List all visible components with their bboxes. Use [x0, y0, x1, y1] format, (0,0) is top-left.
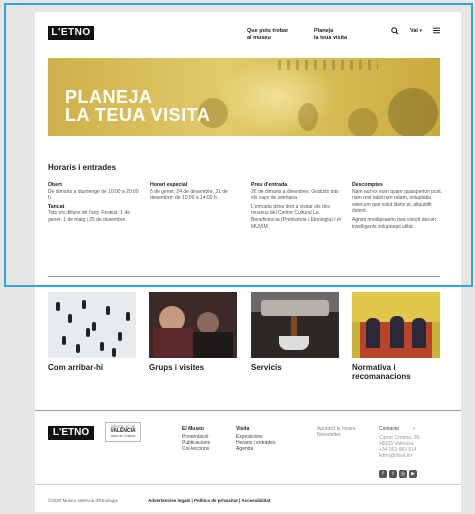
language-label: Val: [410, 28, 418, 34]
contact-toggle[interactable]: Contacte ›: [379, 426, 439, 432]
hours-column-preu: Preu d'entrada 2€ de dimarts a divendres…: [251, 182, 343, 232]
nav-item-que-pots-trobar[interactable]: Que pots trobar al museu: [247, 28, 307, 41]
column-text: De dimarts a diumenge de 10:00 a 20:00 h…: [48, 188, 139, 202]
nav-item-planeja[interactable]: Planeja la teua visita: [314, 28, 374, 41]
card-image-coffee: [251, 292, 339, 358]
footer-col-visita: Visita Exposicions Horaris i entrades Ag…: [236, 426, 275, 452]
column-heading: Obert: [48, 182, 62, 188]
nav-label-line2: la teua visita: [314, 34, 348, 41]
hamburger-menu-icon[interactable]: [433, 27, 440, 36]
hours-column-horari-especial: Horari especial 5 de gener, 24 de desemb…: [150, 182, 242, 204]
legal-links[interactable]: Advertencies legals | Política de privac…: [148, 498, 270, 503]
card-label: Grups i visites: [149, 363, 205, 372]
hero-figure: [298, 103, 318, 131]
column-text: L'entrada dóna dret a visitar els dos mu…: [251, 203, 341, 230]
language-selector[interactable]: Val ▾: [410, 28, 422, 34]
hero-ceiling-pattern: [278, 60, 378, 70]
column-text: Nam aut ex eum quam quiasperion post, na…: [352, 188, 443, 215]
column-text: Agnim imodipsaerio bea volorit derum inv…: [352, 216, 436, 230]
search-icon[interactable]: [391, 27, 399, 37]
card-grups-i-visites[interactable]: Grups i visites: [149, 292, 237, 372]
instagram-icon[interactable]: ◎: [399, 470, 407, 478]
diputacio-sub: Àrea de Cultura: [110, 434, 136, 438]
card-com-arribar-hi[interactable]: Com arribar-hi: [48, 292, 136, 372]
social-links: f t ◎ ▶: [379, 462, 419, 480]
twitter-icon[interactable]: t: [389, 470, 397, 478]
footer-col-title: Visita: [236, 426, 250, 432]
chevron-down-icon: ▾: [419, 28, 422, 34]
copyright: ©2020 Museu Valencià d'Etnologia: [48, 498, 118, 503]
hero-figure: [348, 108, 378, 136]
bottom-divider: [35, 484, 461, 485]
column-text: 5 de gener, 24 de desembre, 31 de desemb…: [150, 188, 228, 202]
card-label: Normativa i recomanacions: [352, 363, 411, 381]
site-logo[interactable]: L'ETNO: [48, 26, 94, 40]
chevron-right-icon: ›: [413, 426, 415, 432]
contact-line: letno@dival.es: [379, 453, 412, 459]
hours-column-obert: Obert De dimarts a diumenge de 10:00 a 2…: [48, 182, 140, 226]
facebook-icon[interactable]: f: [379, 470, 387, 478]
hours-section-title: Horaris i entrades: [48, 163, 117, 172]
column-heading: Horari especial: [150, 182, 188, 188]
column-text: 2€ de dimarts a divendres. Gratuïts tots…: [251, 188, 339, 202]
card-servicis[interactable]: Servicis: [251, 292, 339, 372]
footer-link[interactable]: Col·leccions: [182, 446, 210, 452]
section-divider: [48, 276, 440, 277]
contact-block: Contacte › Carrer Corona, 36. 46003 Valèn…: [379, 426, 439, 459]
contact-label: Contacte: [379, 426, 400, 432]
footer-col-museu: El Museu Presentació Publicacions Col·le…: [182, 426, 210, 452]
diputacio-logo[interactable]: DIPUTACIÓ DE VALÈNCIA Àrea de Cultura: [105, 422, 141, 442]
nav-label-line2: al museu: [247, 34, 271, 41]
card-image-gallery: [352, 292, 440, 358]
hero-figure: [388, 88, 438, 136]
card-label: Servicis: [251, 363, 282, 372]
card-normativa[interactable]: Normativa i recomanacions: [352, 292, 440, 381]
hero-banner: PLANEJA LA TEUA VISITA: [48, 58, 440, 136]
card-image-visitors: [149, 292, 237, 358]
column-heading: Tancat: [48, 203, 65, 210]
footer-col-title: El Museu: [182, 426, 204, 432]
card-image-crowd: [48, 292, 136, 358]
hero-title: PLANEJA LA TEUA VISITA: [65, 88, 210, 124]
hours-column-descomptes: Descomptes Nam aut ex eum quam quiasperi…: [352, 182, 444, 232]
hero-title-line1: PLANEJA: [65, 87, 153, 107]
youtube-icon[interactable]: ▶: [409, 470, 417, 478]
column-heading: Descomptes: [352, 182, 383, 188]
newsletter-link[interactable]: Apunta't al nostre Newsletter: [317, 426, 367, 438]
column-heading: Preu d'entrada: [251, 182, 288, 188]
page: L'ETNO Que pots trobar al museu Planeja …: [35, 12, 461, 512]
footer-logo[interactable]: L'ETNO: [48, 426, 94, 440]
hero-title-line2: LA TEUA VISITA: [65, 105, 211, 125]
card-label: Com arribar-hi: [48, 363, 104, 372]
footer-link[interactable]: Agenda: [236, 446, 275, 452]
footer-divider: [35, 410, 461, 411]
column-text: Tots els dilluns de l'any. Festius: 1 de…: [48, 210, 131, 223]
